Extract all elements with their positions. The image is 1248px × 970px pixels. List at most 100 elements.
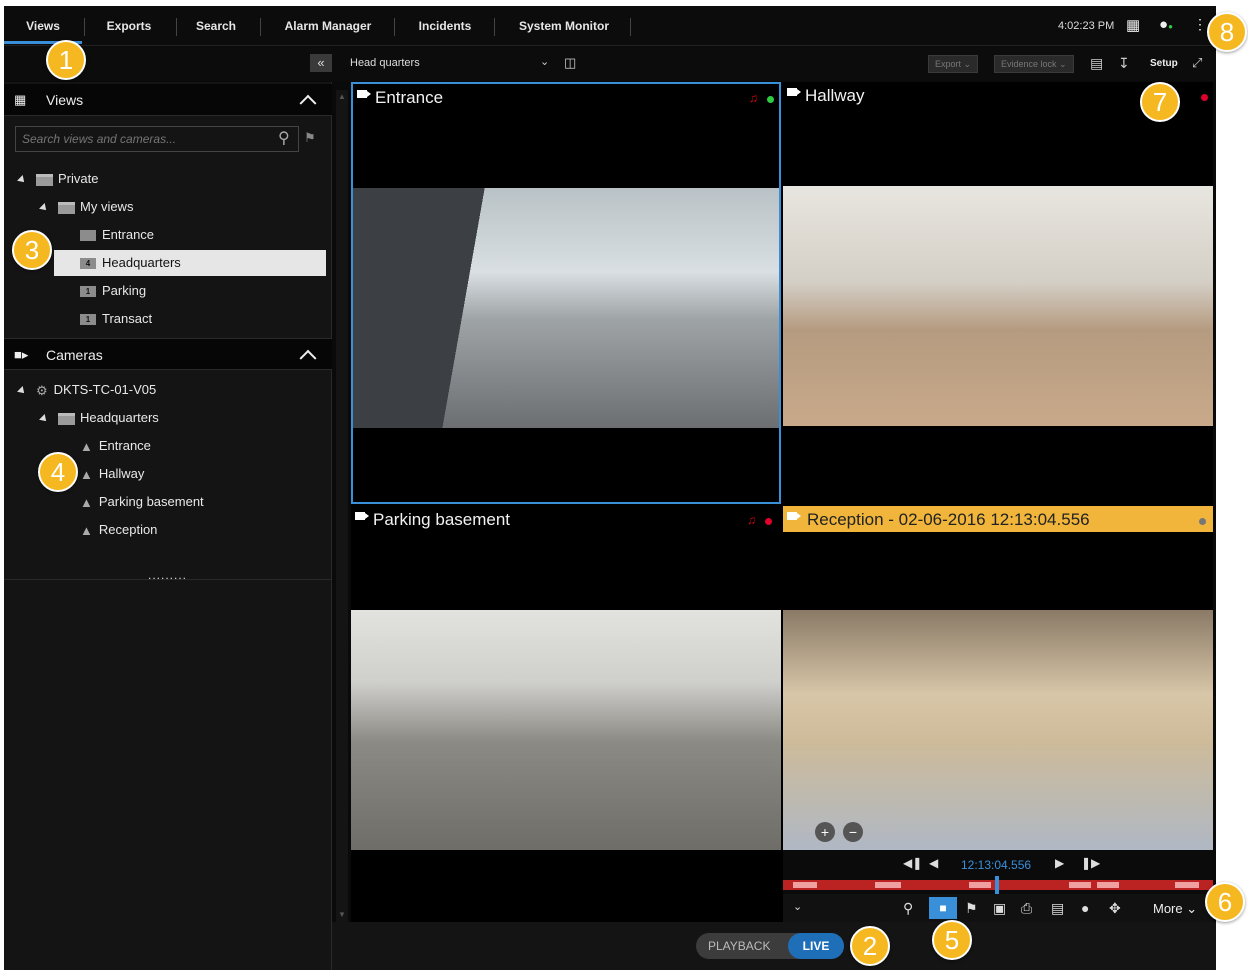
timeline-marker[interactable] (995, 876, 999, 894)
tile-title: Parking basement (373, 510, 511, 529)
camera-item-reception[interactable]: ▲ Reception (80, 517, 157, 543)
download-icon[interactable]: ↧ (1118, 55, 1130, 72)
playback-controls: ◀❚ ◀ 12:13:04.556 ▶ ❚▶ ⌄ ⚲ ■ ⚑ ▣ ⎙ ▤ ● ✥… (783, 850, 1213, 922)
scroll-down-icon[interactable]: ▼ (338, 910, 346, 919)
tile-reception[interactable]: Reception - 02-06-2016 12:13:04.556 + − (783, 506, 1213, 850)
callout-7: 7 (1140, 82, 1180, 122)
save-icon[interactable]: ▣ (993, 900, 1006, 917)
tab-incidents[interactable]: Incidents (408, 6, 482, 44)
chevron-up-icon[interactable] (299, 349, 317, 367)
view-selector[interactable]: Head quarters (350, 57, 420, 69)
tree-item-headquarters[interactable]: 4 Headquarters (54, 250, 326, 276)
video-icon[interactable]: ■ (929, 897, 957, 919)
ptz-icon[interactable]: ✥ (1109, 900, 1121, 917)
search-sequence-icon[interactable]: ▤ (1090, 55, 1103, 72)
chevron-down-icon[interactable]: ⌄ (793, 900, 802, 913)
camera-item-entrance[interactable]: ▲ Entrance (80, 433, 151, 459)
camera-icon (787, 512, 801, 520)
status-icon[interactable]: ▦ (1126, 16, 1140, 34)
tab-separator (494, 18, 495, 36)
next-sequence-icon[interactable]: ❚▶ (1081, 856, 1100, 870)
record-icon[interactable]: ● (1081, 900, 1089, 916)
camera-icon (787, 88, 801, 96)
layout-icon[interactable]: ◫ (564, 55, 576, 71)
camera-feed-image (783, 186, 1213, 426)
print-icon[interactable]: ⎙ (1021, 900, 1032, 917)
step-back-icon[interactable]: ◀ (929, 856, 938, 870)
camera-feed-image (353, 188, 779, 428)
more-menu-icon[interactable]: ⋮ (1193, 16, 1207, 33)
expand-icon[interactable] (17, 174, 27, 185)
tag-icon[interactable]: ⚑ (304, 130, 316, 146)
live-mode-button[interactable]: LIVE (788, 933, 844, 959)
view-layout-icon (80, 230, 96, 242)
expand-icon[interactable] (39, 202, 49, 213)
top-navigation: Views Exports Search Alarm Manager Incid… (4, 6, 1216, 46)
tile-entrance[interactable]: Entrance ♫ (351, 82, 781, 504)
tree-item-parking[interactable]: 1 Parking (80, 278, 146, 304)
playback-mode-button[interactable]: PLAYBACK (708, 939, 770, 953)
tab-search[interactable]: Search (184, 6, 248, 44)
more-button[interactable]: More ⌄ (1153, 901, 1197, 917)
chevron-down-icon[interactable]: ⌄ (540, 55, 549, 68)
tab-separator (394, 18, 395, 36)
export-button[interactable]: Export ⌄ (928, 55, 979, 73)
playback-live-toggle[interactable]: PLAYBACK LIVE (696, 933, 844, 959)
tree-item-label: Reception (98, 522, 158, 537)
playback-time: 12:13:04.556 (961, 858, 1032, 872)
tab-system-monitor[interactable]: System Monitor (508, 6, 620, 44)
tab-separator (630, 18, 631, 36)
fullscreen-icon[interactable]: ⤢ (1192, 55, 1202, 71)
bookmark-icon[interactable]: ⚑ (965, 900, 978, 917)
search-input[interactable] (15, 126, 299, 152)
camera-icon: ▲ (80, 522, 93, 538)
tree-item-entrance[interactable]: Entrance (80, 222, 330, 248)
tree-item-label: Transact (102, 311, 153, 326)
cameras-panel-header[interactable]: ■▸ Cameras (4, 338, 332, 370)
tab-views[interactable]: Views (4, 6, 82, 44)
camera-item-hallway[interactable]: ▲ Hallway (80, 461, 144, 487)
camera-toolbar: ⌄ ⚲ ■ ⚑ ▣ ⎙ ▤ ● ✥ More ⌄ (783, 894, 1213, 922)
setup-button[interactable]: Setup (1150, 58, 1178, 69)
left-panel: ▦ Views ⚲ ⚑ Private My views Entrance 4H… (4, 82, 332, 970)
tile-parking-basement[interactable]: Parking basement ♫ (351, 506, 781, 922)
views-panel-header[interactable]: ▦ Views (4, 84, 332, 116)
tab-alarm-manager[interactable]: Alarm Manager (274, 6, 382, 44)
zoom-in-icon[interactable]: + (815, 822, 835, 842)
timeline-segment (969, 882, 991, 888)
view-layout-icon: 1 (80, 314, 96, 326)
expand-icon[interactable] (39, 413, 49, 424)
tree-item-headquarters-group[interactable]: Headquarters (39, 405, 159, 431)
search-icon[interactable]: ⚲ (278, 128, 290, 148)
tree-item-server[interactable]: ⚙ DKTS-TC-01-V05 (17, 377, 156, 403)
tree-item-my-views[interactable]: My views (39, 194, 133, 220)
cameras-panel-title: Cameras (46, 347, 103, 363)
tree-item-label: Parking (102, 283, 147, 298)
chevron-up-icon[interactable] (299, 94, 317, 112)
tab-separator (84, 18, 85, 36)
callout-4: 4 (38, 452, 78, 492)
camera-item-parking-basement[interactable]: ▲ Parking basement (80, 489, 204, 515)
evidence-lock-button[interactable]: Evidence lock ⌄ (994, 55, 1074, 73)
expand-icon[interactable] (17, 385, 27, 396)
tree-item-transact[interactable]: 1 Transact (80, 306, 152, 332)
tab-exports[interactable]: Exports (94, 6, 164, 44)
live-status-dot (767, 96, 774, 103)
tile-hallway[interactable]: Hallway (783, 82, 1213, 504)
previous-sequence-icon[interactable]: ◀❚ (903, 856, 922, 870)
callout-1: 1 (46, 40, 86, 80)
zoom-out-icon[interactable]: − (843, 822, 863, 842)
user-icon[interactable]: ●● (1159, 16, 1173, 33)
camera-feed-image (351, 610, 781, 850)
scroll-up-icon[interactable]: ▲ (338, 92, 346, 101)
step-forward-icon[interactable]: ▶ (1055, 856, 1064, 870)
tree-item-private[interactable]: Private (17, 166, 99, 192)
scrollbar[interactable]: ▲ ▼ (336, 90, 348, 922)
clipboard-icon[interactable]: ▤ (1051, 900, 1064, 917)
tree-item-label: Private (58, 171, 99, 186)
search-icon[interactable]: ⚲ (903, 900, 913, 917)
recording-dot (1201, 94, 1208, 101)
collapse-panel-button[interactable]: « (310, 54, 332, 72)
motion-icon: ♫ (747, 513, 756, 527)
timeline-segment (793, 882, 817, 888)
